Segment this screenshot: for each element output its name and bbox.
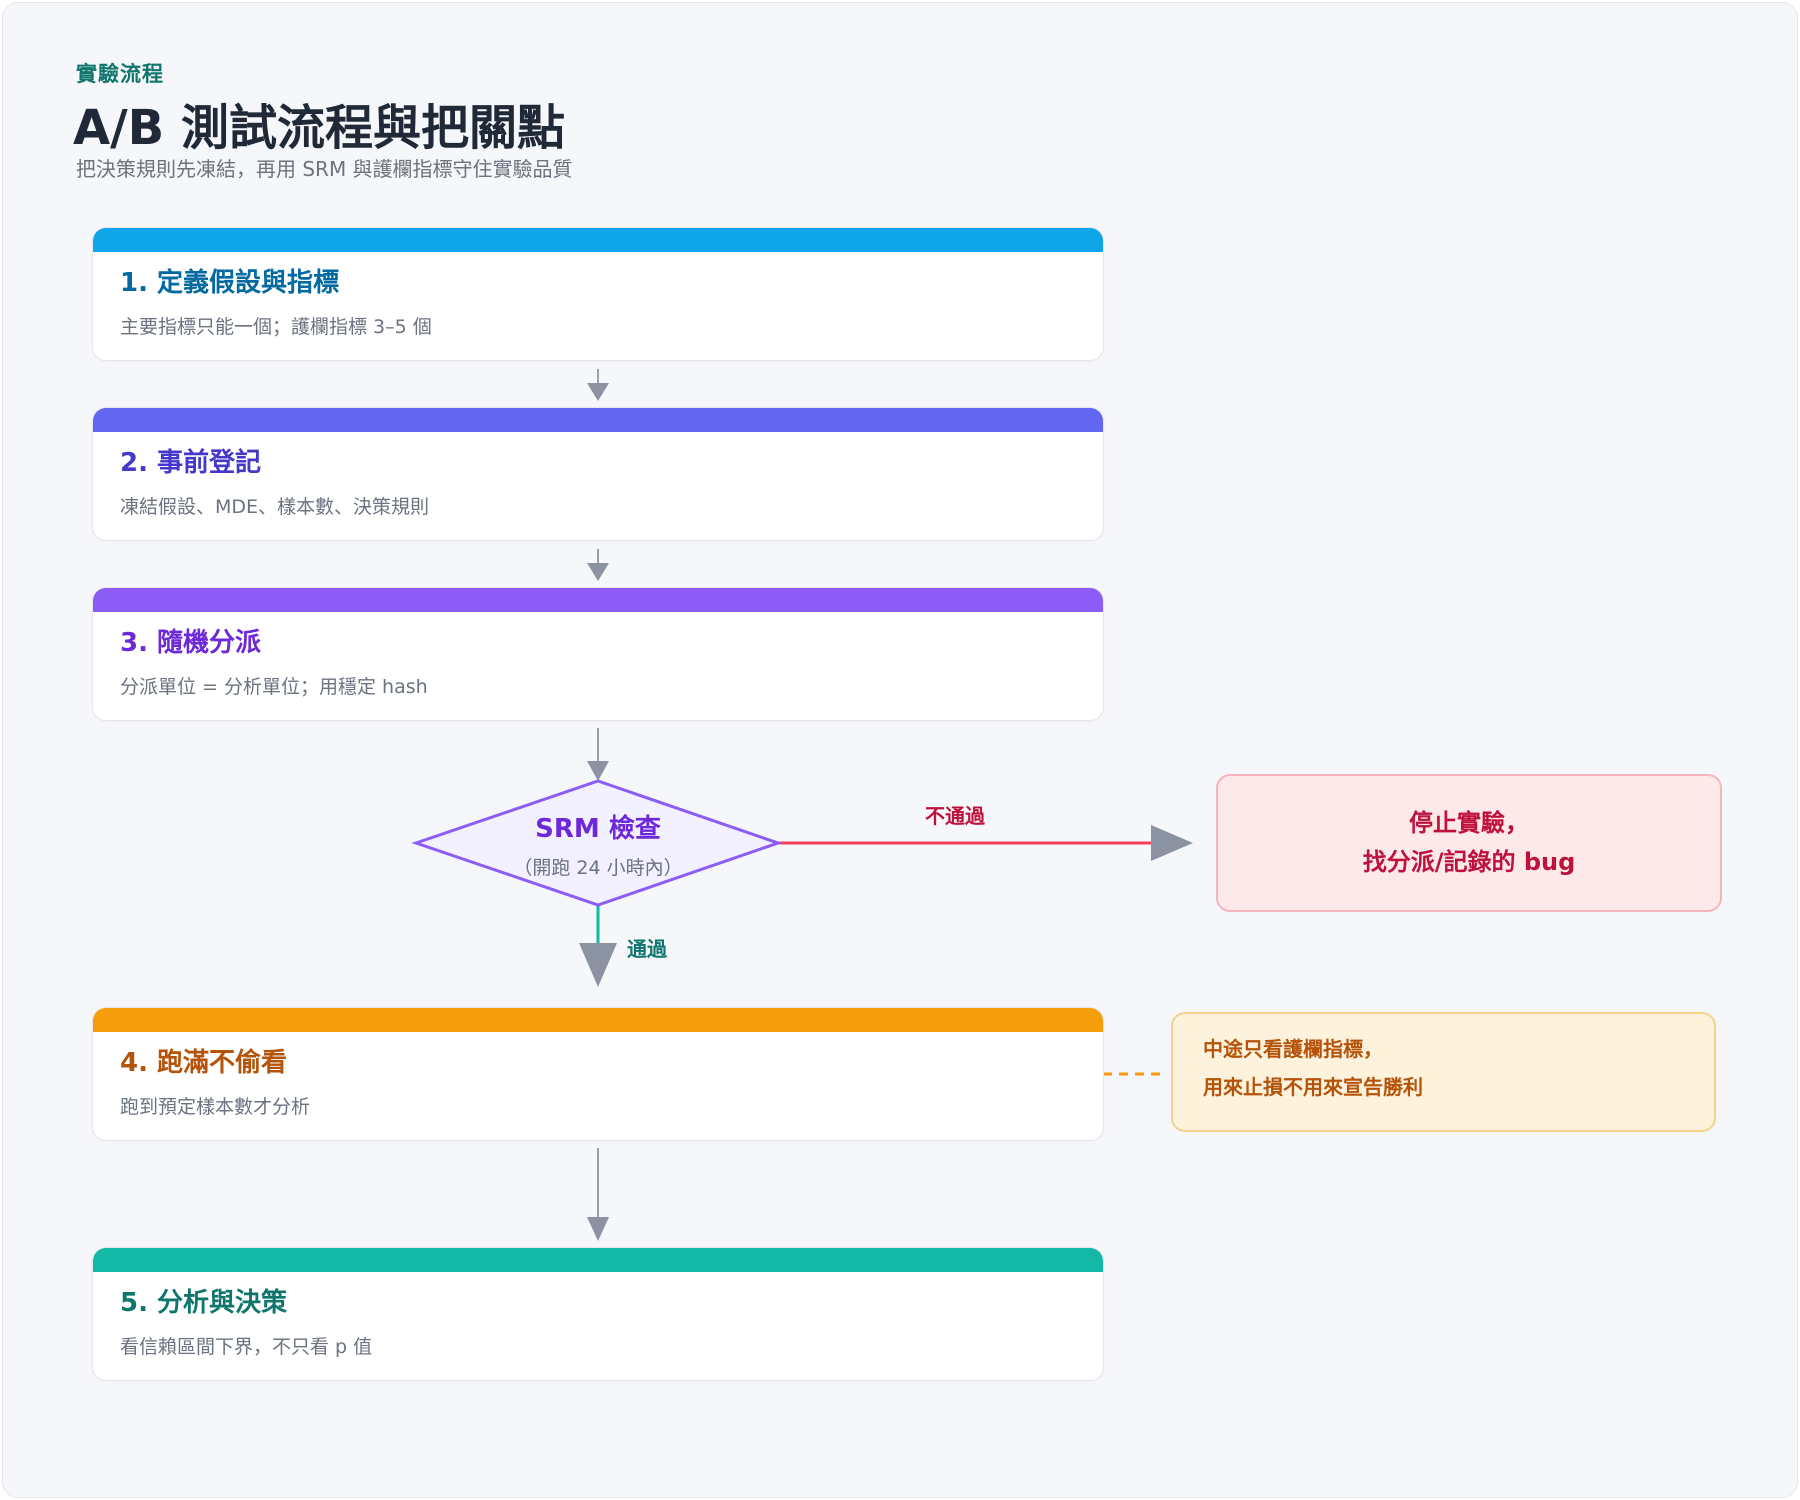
step-2-description: 凍結假設、MDE、樣本數、決策規則	[120, 496, 430, 518]
step-2-accent-bar	[93, 408, 1103, 432]
step-4-accent-bar	[93, 1008, 1103, 1032]
stop-box-line-2: 找分派/記錄的 bug	[1362, 848, 1576, 876]
diagram-canvas: 實驗流程 A/B 測試流程與把關點 把決策規則先凍結，再用 SRM 與護欄指標守…	[2, 2, 1798, 1498]
step-5-description: 看信賴區間下界，不只看 p 值	[120, 1336, 373, 1358]
fail-label: 不通過	[925, 804, 985, 828]
step-2-title: 2. 事前登記	[120, 448, 262, 478]
step-1-title: 1. 定義假設與指標	[120, 268, 340, 298]
arrowhead-pass	[579, 943, 617, 987]
note-box-line-1: 中途只看護欄指標，	[1203, 1037, 1383, 1061]
step-3-description: 分派單位 = 分析單位；用穩定 hash	[120, 676, 428, 698]
step-card-2: 2. 事前登記 凍結假設、MDE、樣本數、決策規則	[92, 407, 1104, 541]
arrowhead-2-3	[587, 563, 609, 581]
guardrail-note-box: 中途只看護欄指標， 用來止損不用來宣告勝利	[1171, 1012, 1716, 1132]
stop-experiment-box: 停止實驗， 找分派/記錄的 bug	[1216, 774, 1722, 912]
step-3-accent-bar	[93, 588, 1103, 612]
arrowhead-fail	[1151, 825, 1193, 861]
step-5-accent-bar	[93, 1248, 1103, 1272]
srm-decision-subtitle: （開跑 24 小時內）	[513, 857, 682, 879]
stop-box-line-1: 停止實驗，	[1409, 809, 1529, 837]
step-5-title: 5. 分析與決策	[120, 1288, 288, 1318]
step-3-title: 3. 隨機分派	[120, 628, 262, 658]
step-1-description: 主要指標只能一個；護欄指標 3–5 個	[120, 316, 432, 338]
step-card-3: 3. 隨機分派 分派單位 = 分析單位；用穩定 hash	[92, 587, 1104, 721]
step-card-4: 4. 跑滿不偷看 跑到預定樣本數才分析	[92, 1007, 1104, 1141]
arrowhead-1-2	[587, 383, 609, 401]
step-1-accent-bar	[93, 228, 1103, 252]
arrowhead-3-srm	[587, 761, 609, 781]
step-4-title: 4. 跑滿不偷看	[120, 1048, 288, 1078]
step-card-1: 1. 定義假設與指標 主要指標只能一個；護欄指標 3–5 個	[92, 227, 1104, 361]
step-card-5: 5. 分析與決策 看信賴區間下界，不只看 p 值	[92, 1247, 1104, 1381]
step-4-description: 跑到預定樣本數才分析	[120, 1096, 311, 1118]
note-box-line-2: 用來止損不用來宣告勝利	[1203, 1075, 1423, 1099]
arrowhead-4-5	[587, 1217, 609, 1241]
srm-decision-title: SRM 檢查	[535, 813, 661, 844]
pass-label: 通過	[627, 937, 667, 961]
